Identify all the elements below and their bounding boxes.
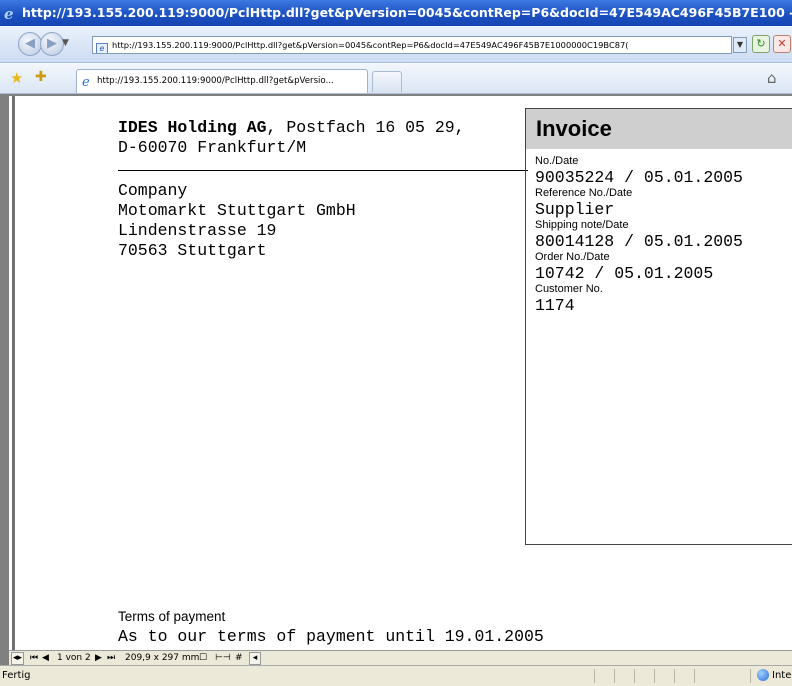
- home-icon[interactable]: ⌂: [767, 69, 777, 87]
- sender-postbox: , Postfach 16 05 29,: [266, 118, 465, 137]
- order-number-label: Order No./Date: [535, 251, 610, 263]
- invoice-info-box: Invoice No./Date 90035224 / 05.01.2005 R…: [525, 108, 792, 545]
- sender-divider: [118, 170, 528, 171]
- thumbnail-view-icon[interactable]: #: [235, 651, 243, 666]
- invoice-number-label: No./Date: [535, 155, 579, 167]
- recipient-line: Company: [118, 181, 188, 200]
- tab-label: http://193.155.200.119:9000/PclHttp.dll?…: [97, 76, 334, 86]
- status-bar: Fertig Interne: [0, 665, 792, 686]
- viewer-left-border: [12, 96, 15, 650]
- fit-width-icon[interactable]: ⊢⊣: [215, 651, 231, 666]
- fit-page-icon[interactable]: ☐: [199, 651, 207, 666]
- sender-company: IDES Holding AG: [118, 118, 267, 137]
- recipient-line: Lindenstrasse 19: [118, 221, 277, 240]
- internet-explorer-icon: e: [4, 5, 14, 23]
- customer-number-label: Customer No.: [535, 283, 603, 295]
- tab-bar: ★ ✚ e http://193.155.200.119:9000/PclHttp…: [0, 63, 792, 94]
- favorites-star-icon[interactable]: ★: [10, 69, 23, 87]
- last-page-icon[interactable]: ⏭: [107, 651, 115, 666]
- previous-page-icon[interactable]: ◀: [42, 651, 49, 666]
- viewer-navigation-bar: ◂▸ ⏮ ◀ 1 von 2 ▶ ⏭ 209,9 x 297 mm ☐ ⊢⊣ #…: [9, 650, 792, 666]
- refresh-button[interactable]: ↻: [752, 35, 770, 53]
- security-zone: Interne: [772, 670, 792, 681]
- window-title: http://193.155.200.119:9000/PclHttp.dll?…: [22, 5, 792, 20]
- terms-of-payment-value: As to our terms of payment until 19.01.2…: [118, 627, 544, 646]
- terms-of-payment-label: Terms of payment: [118, 609, 226, 624]
- recipient-line: 70563 Stuttgart: [118, 241, 267, 260]
- address-input[interactable]: e http://193.155.200.119:9000/PclHttp.dll…: [92, 36, 732, 54]
- customer-number-value: 1174: [535, 296, 575, 315]
- status-divider: [654, 669, 655, 683]
- page-icon: e: [96, 43, 108, 53]
- recipient-address: Company Motomarkt Stuttgart GmbH Lindens…: [118, 181, 356, 261]
- toggle-panel-icon[interactable]: ◂▸: [11, 652, 24, 665]
- sender-address: IDES Holding AG, Postfach 16 05 29, D-60…: [118, 118, 465, 158]
- status-divider: [750, 669, 751, 683]
- invoice-title: Invoice: [526, 109, 792, 149]
- next-page-icon[interactable]: ▶: [95, 651, 102, 666]
- page-size-readout: 209,9 x 297 mm: [125, 653, 200, 663]
- status-divider: [614, 669, 615, 683]
- tab-document[interactable]: e http://193.155.200.119:9000/PclHttp.dll…: [76, 69, 368, 93]
- order-number-value: 10742 / 05.01.2005: [535, 264, 714, 283]
- reference-label: Reference No./Date: [535, 187, 633, 199]
- invoice-number-value: 90035224 / 05.01.2005: [535, 168, 743, 187]
- tab-page-icon: e: [82, 75, 90, 90]
- history-dropdown-icon[interactable]: ▼: [62, 38, 69, 48]
- stop-button[interactable]: ✕: [773, 35, 791, 53]
- internet-zone-icon: [757, 669, 769, 681]
- address-url: http://193.155.200.119:9000/PclHttp.dll?…: [112, 40, 629, 50]
- add-favorites-icon[interactable]: ✚: [35, 69, 47, 85]
- forward-button[interactable]: ▶: [40, 32, 64, 56]
- status-divider: [674, 669, 675, 683]
- status-divider: [594, 669, 595, 683]
- status-divider: [634, 669, 635, 683]
- new-tab-button[interactable]: [372, 71, 402, 92]
- recipient-line: Motomarkt Stuttgart GmbH: [118, 201, 356, 220]
- shipping-note-value: 80014128 / 05.01.2005: [535, 232, 743, 251]
- page-indicator: 1 von 2: [57, 653, 91, 663]
- address-toolbar: ◀ ▶ ▼ e http://193.155.200.119:9000/PclHt…: [0, 26, 792, 63]
- scroll-left-button[interactable]: ◂: [249, 652, 261, 665]
- status-divider: [694, 669, 695, 683]
- back-button[interactable]: ◀: [18, 32, 42, 56]
- document-page: IDES Holding AG, Postfach 16 05 29, D-60…: [23, 96, 792, 650]
- reference-value: Supplier: [535, 200, 615, 219]
- address-dropdown-button[interactable]: ▼: [733, 37, 747, 53]
- first-page-icon[interactable]: ⏮: [30, 651, 38, 666]
- window-title-bar: e http://193.155.200.119:9000/PclHttp.dll…: [0, 0, 792, 26]
- status-text: Fertig: [2, 670, 31, 681]
- shipping-note-label: Shipping note/Date: [535, 219, 629, 231]
- sender-city: D-60070 Frankfurt/M: [118, 138, 307, 157]
